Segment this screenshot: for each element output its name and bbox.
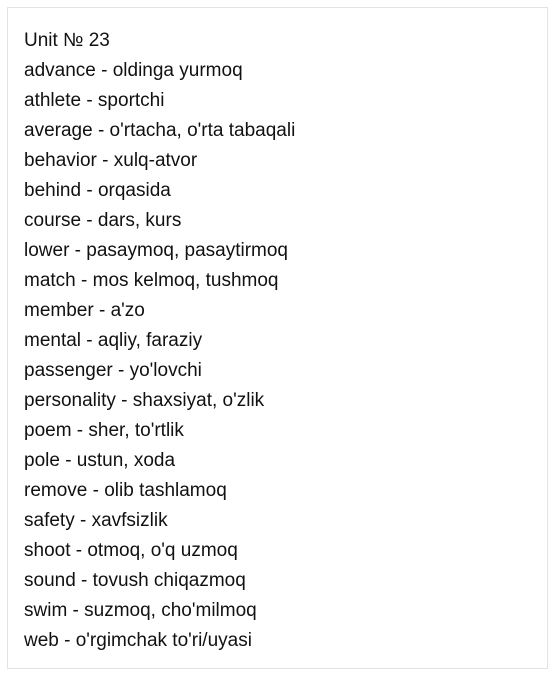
vocabulary-entry: mental - aqliy, faraziy: [24, 330, 203, 351]
vocabulary-entry: course - dars, kurs: [24, 210, 182, 231]
vocabulary-entry: passenger - yo'lovchi: [24, 360, 202, 381]
vocabulary-entry: remove - olib tashlamoq: [24, 480, 227, 501]
vocabulary-entry: sound - tovush chiqazmoq: [24, 570, 246, 591]
unit-title: Unit № 23: [24, 30, 110, 51]
vocabulary-entry: behavior - xulq-atvor: [24, 150, 198, 171]
vocabulary-entry: poem - sher, to'rtlik: [24, 420, 184, 441]
vocabulary-entry: shoot - otmoq, o'q uzmoq: [24, 540, 238, 561]
vocabulary-card: Unit № 23 advance - oldinga yurmoq athlet…: [7, 7, 548, 669]
vocabulary-entry: athlete - sportchi: [24, 90, 165, 111]
vocabulary-entry: average - o'rtacha, o'rta tabaqali: [24, 120, 296, 141]
vocabulary-entry: behind - orqasida: [24, 180, 171, 201]
vocabulary-entry: member - a'zo: [24, 300, 145, 321]
vocabulary-entry: advance - oldinga yurmoq: [24, 60, 243, 81]
vocabulary-entry: swim - suzmoq, cho'milmoq: [24, 600, 257, 621]
vocabulary-entry: pole - ustun, xoda: [24, 450, 176, 471]
vocabulary-entry: personality - shaxsiyat, o'zlik: [24, 390, 265, 411]
vocabulary-entry: match - mos kelmoq, tushmoq: [24, 270, 279, 291]
vocabulary-list: Unit № 23 advance - oldinga yurmoq athlet…: [24, 26, 295, 656]
vocabulary-entry: web - o'rgimchak to'ri/uyasi: [24, 630, 252, 651]
vocabulary-entry: safety - xavfsizlik: [24, 510, 168, 531]
vocabulary-entry: lower - pasaymoq, pasaytirmoq: [24, 240, 288, 261]
